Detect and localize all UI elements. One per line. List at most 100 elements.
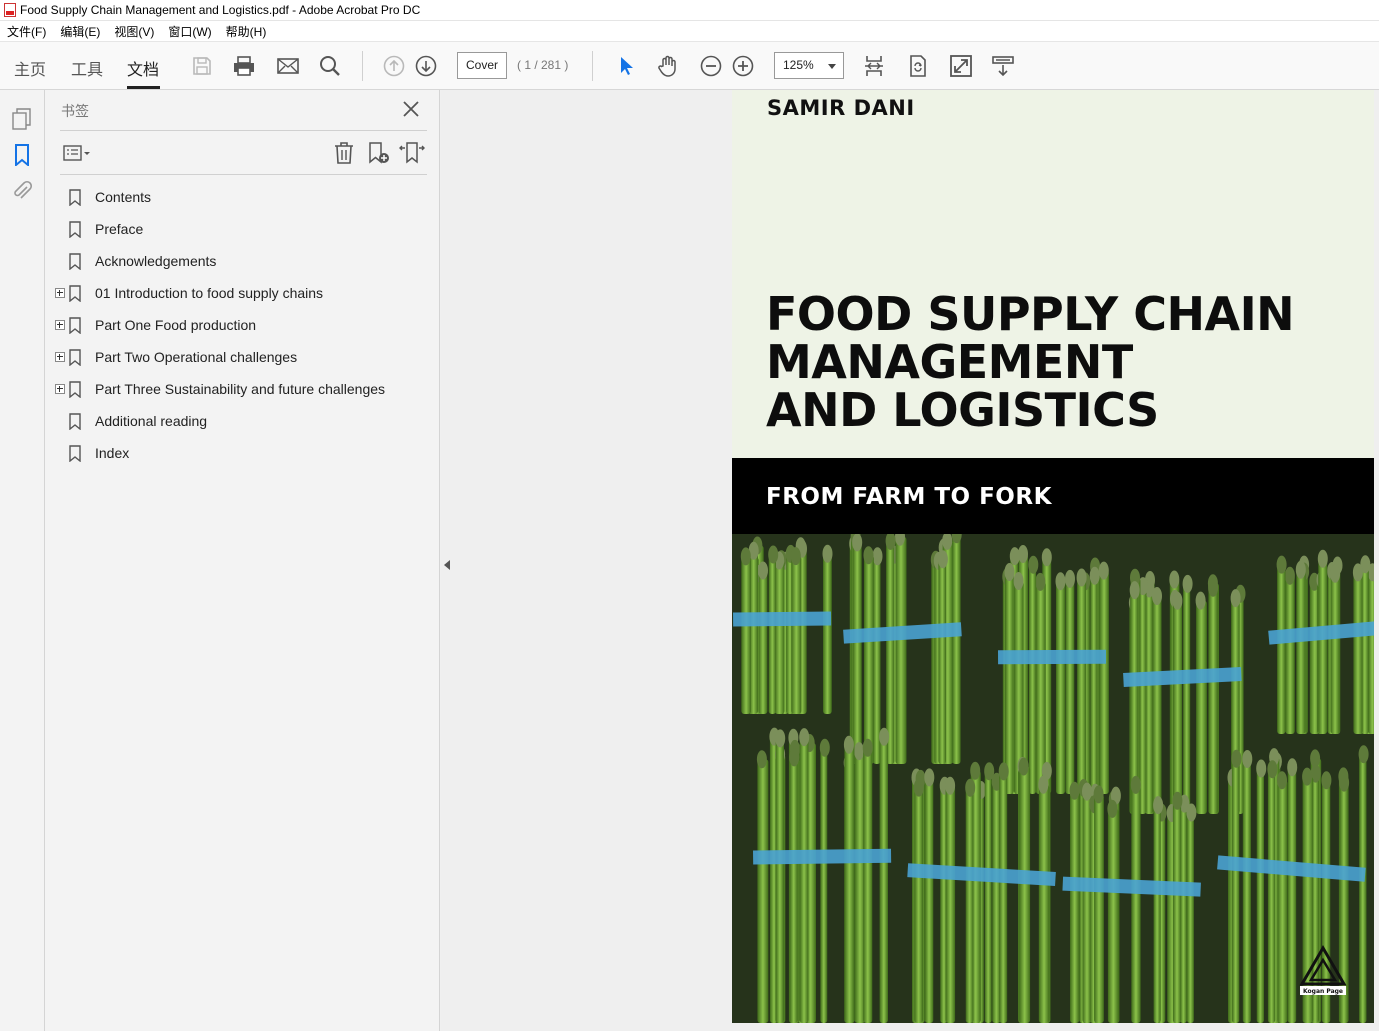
expand-toggle-icon[interactable] bbox=[55, 352, 65, 362]
asparagus-stalk bbox=[863, 747, 873, 1023]
asparagus-tip bbox=[822, 544, 833, 563]
bookmark-item[interactable]: Part Two Operational challenges bbox=[55, 345, 297, 369]
asparagus-tip bbox=[913, 778, 924, 797]
book-author: SAMIR DANI bbox=[767, 96, 915, 120]
asparagus-stalk bbox=[1019, 766, 1031, 1023]
expand-toggle-icon[interactable] bbox=[55, 288, 65, 298]
bookmark-item[interactable]: Additional reading bbox=[55, 409, 207, 433]
page-thumbnails-icon[interactable] bbox=[11, 108, 33, 130]
bookmark-item[interactable]: Acknowledgements bbox=[55, 249, 216, 273]
panel-collapse-handle[interactable] bbox=[444, 560, 450, 570]
asparagus-tip bbox=[1035, 572, 1046, 591]
asparagus-stalk bbox=[873, 556, 881, 764]
chevron-down-icon bbox=[828, 64, 836, 69]
bookmark-icon bbox=[69, 252, 81, 270]
asparagus-tip bbox=[1082, 782, 1092, 801]
email-icon[interactable] bbox=[276, 54, 300, 78]
tab-document[interactable]: 文档 bbox=[127, 56, 159, 80]
asparagus-tip bbox=[945, 776, 956, 795]
menu-help[interactable]: 帮助(H) bbox=[226, 23, 267, 40]
asparagus-tip bbox=[1172, 591, 1183, 610]
asparagus-tip bbox=[1065, 569, 1075, 588]
asparagus-stalk bbox=[1038, 784, 1050, 1023]
asparagus-tip bbox=[1358, 745, 1369, 764]
full-screen-icon[interactable] bbox=[949, 54, 973, 78]
title-bar: Food Supply Chain Management and Logisti… bbox=[0, 0, 1379, 21]
select-cursor-icon[interactable] bbox=[614, 54, 638, 78]
expand-toggle-icon[interactable] bbox=[55, 384, 65, 394]
bookmark-icon[interactable] bbox=[11, 144, 33, 168]
page-up-icon[interactable] bbox=[382, 54, 406, 78]
navigation-rail bbox=[0, 90, 45, 1031]
asparagus-stalk bbox=[1353, 572, 1363, 734]
tab-tools[interactable]: 工具 bbox=[71, 56, 103, 80]
bookmark-icon bbox=[69, 348, 81, 366]
rubber-band bbox=[753, 848, 892, 865]
asparagus-tip bbox=[1339, 773, 1350, 792]
zoom-level-select[interactable]: 125% bbox=[774, 52, 844, 79]
asparagus-tip bbox=[1321, 771, 1332, 790]
page-number-input[interactable]: Cover bbox=[457, 52, 507, 79]
asparagus-stalk bbox=[1028, 564, 1037, 794]
asparagus-stalk bbox=[1242, 759, 1251, 1023]
asparagus-tip bbox=[1129, 581, 1140, 600]
bookmark-item[interactable]: 01 Introduction to food supply chains bbox=[55, 281, 323, 305]
attachment-icon[interactable] bbox=[11, 180, 33, 202]
bookmark-item[interactable]: Part One Food production bbox=[55, 313, 256, 337]
asparagus-tip bbox=[879, 727, 890, 746]
asparagus-tip bbox=[984, 762, 995, 781]
asparagus-tip bbox=[1038, 775, 1049, 794]
asparagus-tip bbox=[970, 761, 981, 780]
zoom-out-icon[interactable] bbox=[699, 54, 723, 78]
document-viewer[interactable]: SAMIR DANI FOOD SUPPLY CHAIN MANAGEMENT … bbox=[441, 90, 1379, 1031]
tab-home[interactable]: 主页 bbox=[14, 56, 46, 80]
save-icon[interactable] bbox=[190, 54, 214, 78]
bookmark-label: Acknowledgements bbox=[95, 253, 217, 269]
bookmark-label: Part Two Operational challenges bbox=[95, 349, 298, 365]
asparagus-stalk bbox=[965, 787, 974, 1023]
fit-page-icon[interactable] bbox=[862, 54, 886, 78]
hand-icon[interactable] bbox=[656, 54, 680, 78]
asparagus-stalk bbox=[791, 556, 802, 714]
zoom-in-icon[interactable] bbox=[731, 54, 755, 78]
bookmark-label: Preface bbox=[95, 221, 144, 237]
bookmark-item[interactable]: Part Three Sustainability and future cha… bbox=[55, 377, 385, 401]
new-bookmark-icon[interactable] bbox=[365, 140, 391, 166]
options-menu-icon[interactable] bbox=[61, 140, 90, 166]
search-icon[interactable] bbox=[318, 54, 342, 78]
asparagus-tip bbox=[1317, 549, 1328, 568]
expand-toggle-icon[interactable] bbox=[55, 320, 65, 330]
bookmark-item[interactable]: Contents bbox=[55, 185, 151, 209]
menu-edit[interactable]: 编辑(E) bbox=[60, 23, 100, 40]
asparagus-tip bbox=[789, 748, 800, 767]
asparagus-stalk bbox=[1065, 578, 1075, 794]
menu-view[interactable]: 视图(V) bbox=[114, 23, 154, 40]
read-mode-icon[interactable] bbox=[991, 54, 1015, 78]
asparagus-illustration: Kogan Page bbox=[732, 534, 1374, 1023]
bookmark-item[interactable]: Preface bbox=[55, 217, 143, 241]
delete-icon[interactable] bbox=[331, 140, 357, 166]
print-icon[interactable] bbox=[232, 54, 256, 78]
asparagus-stalk bbox=[1231, 758, 1240, 1023]
asparagus-stalk bbox=[1172, 600, 1183, 814]
asparagus-stalk bbox=[1277, 780, 1288, 1023]
asparagus-tip bbox=[854, 742, 865, 761]
asparagus-tip bbox=[1089, 566, 1100, 585]
menu-window[interactable]: 窗口(W) bbox=[168, 23, 211, 40]
asparagus-tip bbox=[1018, 757, 1029, 776]
menu-file[interactable]: 文件(F) bbox=[7, 23, 46, 40]
bookmark-icon bbox=[69, 412, 81, 430]
divider bbox=[60, 130, 427, 131]
asparagus-tip bbox=[1182, 574, 1193, 593]
asparagus-stalk bbox=[1196, 600, 1207, 814]
expand-bookmark-icon[interactable] bbox=[399, 140, 425, 166]
bookmark-icon bbox=[69, 220, 81, 238]
asparagus-tip bbox=[863, 546, 874, 565]
bookmark-item[interactable]: Index bbox=[55, 441, 129, 465]
asparagus-stalk bbox=[1296, 569, 1306, 734]
rotate-icon[interactable] bbox=[906, 54, 930, 78]
page-down-icon[interactable] bbox=[414, 54, 438, 78]
asparagus-tip bbox=[1055, 572, 1066, 591]
close-icon[interactable] bbox=[402, 100, 420, 118]
asparagus-stalk bbox=[741, 556, 751, 714]
